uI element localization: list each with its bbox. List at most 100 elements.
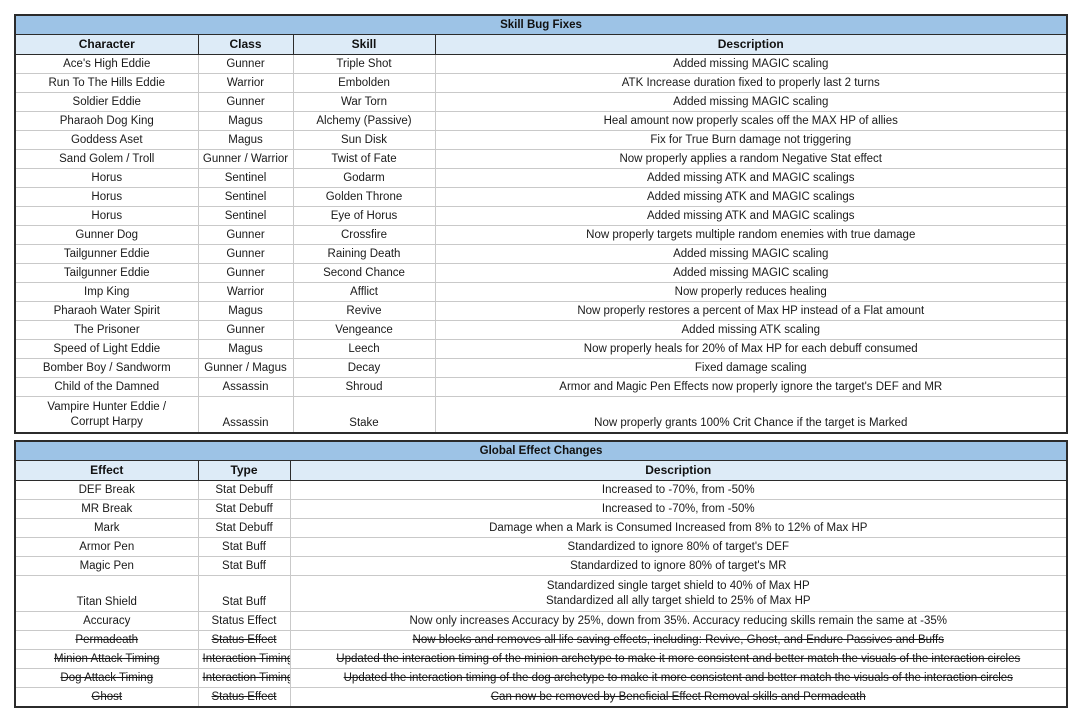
- table-row: Dog Attack Timing Interaction Timing Updat…: [14, 668, 1068, 688]
- skill-bug-fixes-cell-description: Fixed damage scaling: [434, 358, 1068, 378]
- global-effect-changes-cell-effect: DEF Break: [14, 480, 199, 500]
- skill-bug-fixes-cell-skill: Shroud: [292, 377, 436, 397]
- skill-bug-fixes-cell-description: Fix for True Burn damage not triggering: [434, 130, 1068, 150]
- global-effect-changes-cell-type: Status Effect: [197, 611, 291, 631]
- global-effect-changes-cell-description: Standardized single target shield to 40%…: [289, 575, 1068, 612]
- skill-bug-fixes-cell-character: Pharaoh Dog King: [14, 111, 199, 131]
- skill-bug-fixes-cell-class: Gunner: [197, 263, 294, 283]
- skill-bug-fixes-cell-skill: Twist of Fate: [292, 149, 436, 169]
- skill-bug-fixes-cell-character: Ace's High Eddie: [14, 54, 199, 74]
- global-effect-changes-cell-type: Stat Buff: [197, 537, 291, 557]
- skill-bug-fixes-cell-skill: Second Chance: [292, 263, 436, 283]
- table-row: Horus Sentinel Godarm Added missing ATK and…: [14, 168, 1068, 188]
- global-effect-changes-cell-description: Now only increases Accuracy by 25%, down…: [289, 611, 1068, 631]
- table-row: Sand Golem / Troll Gunner / Warrior Twist …: [14, 149, 1068, 169]
- skill-bug-fixes-cell-class: Assassin: [197, 396, 294, 434]
- global-effect-changes-cell-effect: Dog Attack Timing: [14, 668, 199, 688]
- skill-bug-fixes-cell-character: Tailgunner Eddie: [14, 244, 199, 264]
- skill-bug-fixes-cell-skill: Revive: [292, 301, 436, 321]
- skill-bug-fixes-cell-class: Gunner / Magus: [197, 358, 294, 378]
- skill-bug-fixes-cell-character: Gunner Dog: [14, 225, 199, 245]
- table-row: Pharaoh Dog King Magus Alchemy (Passive) He…: [14, 111, 1068, 131]
- skill-bug-fixes-cell-skill: Eye of Horus: [292, 206, 436, 226]
- skill-bug-fixes-cell-character: Pharaoh Water Spirit: [14, 301, 199, 321]
- skill-bug-fixes-cell-class: Magus: [197, 301, 294, 321]
- skill-bug-fixes-title-row: Skill Bug Fixes: [15, 15, 1067, 35]
- global-effect-changes-cell-effect: MR Break: [14, 499, 199, 519]
- column-header-description: Description: [289, 460, 1068, 481]
- global-effect-changes-cell-type: Stat Buff: [197, 575, 291, 612]
- table-row: Imp King Warrior Afflict Now properly reduc…: [14, 282, 1068, 302]
- global-effect-changes-cell-description: Standardized to ignore 80% of target's M…: [289, 556, 1068, 576]
- skill-bug-fixes-cell-description: Now properly targets multiple random ene…: [434, 225, 1068, 245]
- global-effect-changes-cell-description: Updated the interaction timing of the do…: [289, 668, 1068, 688]
- table-row: Run To The Hills Eddie Warrior Embolden ATK…: [14, 73, 1068, 93]
- skill-bug-fixes-cell-class: Magus: [197, 339, 294, 359]
- global-effect-changes-title-row: Global Effect Changes: [15, 441, 1068, 461]
- skill-bug-fixes-cell-skill: Stake: [292, 396, 436, 434]
- global-effect-changes-cell-effect: Minion Attack Timing: [14, 649, 199, 669]
- skill-bug-fixes-cell-skill: Raining Death: [292, 244, 436, 264]
- skill-bug-fixes-cell-class: Magus: [197, 130, 294, 150]
- skill-bug-fixes-cell-skill: Golden Throne: [292, 187, 436, 207]
- column-header-effect: Effect: [14, 460, 199, 481]
- skill-bug-fixes-cell-class: Gunner: [197, 320, 294, 340]
- global-effect-changes-cell-type: Status Effect: [197, 687, 291, 708]
- global-effect-changes-cell-description: Damage when a Mark is Consumed Increased…: [289, 518, 1068, 538]
- skill-bug-fixes-cell-character: Sand Golem / Troll: [14, 149, 199, 169]
- skill-bug-fixes-cell-description: Added missing MAGIC scaling: [434, 54, 1068, 74]
- table-row: Minion Attack Timing Interaction Timing Up…: [14, 649, 1068, 669]
- table-row: Soldier Eddie Gunner War Torn Added missing…: [14, 92, 1068, 112]
- table-row: Speed of Light Eddie Magus Leech Now proper…: [14, 339, 1068, 359]
- skill-bug-fixes-cell-description: Now properly restores a percent of Max H…: [434, 301, 1068, 321]
- skill-bug-fixes-cell-class: Gunner / Warrior: [197, 149, 294, 169]
- global-effect-changes-cell-description: Now blocks and removes all life saving e…: [289, 630, 1068, 650]
- table-row: Tailgunner Eddie Gunner Raining Death Added…: [14, 244, 1068, 264]
- skill-bug-fixes-cell-skill: Vengeance: [292, 320, 436, 340]
- skill-bug-fixes-cell-description: Now properly reduces healing: [434, 282, 1068, 302]
- global-effect-changes-body: Global Effect Changes Effect Type Descri…: [14, 441, 1068, 708]
- skill-bug-fixes-cell-class: Gunner: [197, 225, 294, 245]
- skill-bug-fixes-cell-description: Added missing ATK and MAGIC scalings: [434, 206, 1068, 226]
- global-effect-changes-cell-type: Interaction Timing: [197, 649, 291, 669]
- table-row: Titan Shield Stat Buff Standardized single…: [14, 575, 1068, 612]
- skill-bug-fixes-cell-character: Vampire Hunter Eddie / Corrupt Harpy: [14, 396, 199, 434]
- skill-bug-fixes-cell-skill: Decay: [292, 358, 436, 378]
- skill-bug-fixes-table: Skill Bug Fixes Character Class Skill De…: [14, 14, 1068, 434]
- global-effect-changes-header-row: Effect Type Description: [14, 460, 1068, 481]
- skill-bug-fixes-cell-description: Now properly grants 100% Crit Chance if …: [434, 396, 1068, 434]
- table-row: Gunner Dog Gunner Crossfire Now properly ta…: [14, 225, 1068, 245]
- table-row: Ace's High Eddie Gunner Triple Shot Added m…: [14, 54, 1068, 74]
- skill-bug-fixes-cell-skill: Embolden: [292, 73, 436, 93]
- skill-bug-fixes-cell-description: Added missing MAGIC scaling: [434, 244, 1068, 264]
- global-effect-changes-cell-description: Increased to -70%, from -50%: [289, 499, 1068, 519]
- table-row: DEF Break Stat Debuff Increased to -70%, f…: [14, 480, 1068, 500]
- table-row: Child of the Damned Assassin Shroud Armor a…: [14, 377, 1068, 397]
- column-header-skill: Skill: [292, 34, 436, 55]
- skill-bug-fixes-cell-character: Soldier Eddie: [14, 92, 199, 112]
- skill-bug-fixes-cell-character: The Prisoner: [14, 320, 199, 340]
- column-header-character: Character: [14, 34, 199, 55]
- table-row: Ghost Status Effect Can now be removed by …: [14, 687, 1068, 708]
- skill-bug-fixes-cell-character: Horus: [14, 187, 199, 207]
- table-row: Permadeath Status Effect Now blocks and re…: [14, 630, 1068, 650]
- global-effect-changes-cell-effect: Armor Pen: [14, 537, 199, 557]
- skill-bug-fixes-cell-character: Child of the Damned: [14, 377, 199, 397]
- table-row: Horus Sentinel Golden Throne Added missing …: [14, 187, 1068, 207]
- skill-bug-fixes-cell-character: Bomber Boy / Sandworm: [14, 358, 199, 378]
- global-effect-changes-cell-type: Status Effect: [197, 630, 291, 650]
- skill-bug-fixes-cell-character: Speed of Light Eddie: [14, 339, 199, 359]
- skill-bug-fixes-cell-description: Heal amount now properly scales off the …: [434, 111, 1068, 131]
- table-row: Vampire Hunter Eddie / Corrupt Harpy Assas…: [14, 396, 1068, 434]
- skill-bug-fixes-cell-class: Gunner: [197, 54, 294, 74]
- patch-notes-page: Skill Bug Fixes Character Class Skill De…: [0, 0, 1080, 712]
- skill-bug-fixes-cell-class: Warrior: [197, 73, 294, 93]
- table-row: Pharaoh Water Spirit Magus Revive Now prope…: [14, 301, 1068, 321]
- skill-bug-fixes-cell-description: Added missing ATK and MAGIC scalings: [434, 187, 1068, 207]
- skill-bug-fixes-cell-character: Goddess Aset: [14, 130, 199, 150]
- skill-bug-fixes-cell-character: Horus: [14, 206, 199, 226]
- skill-bug-fixes-title: Skill Bug Fixes: [15, 15, 1067, 35]
- skill-bug-fixes-cell-class: Sentinel: [197, 206, 294, 226]
- skill-bug-fixes-cell-description: ATK Increase duration fixed to properly …: [434, 73, 1068, 93]
- skill-bug-fixes-cell-class: Gunner: [197, 92, 294, 112]
